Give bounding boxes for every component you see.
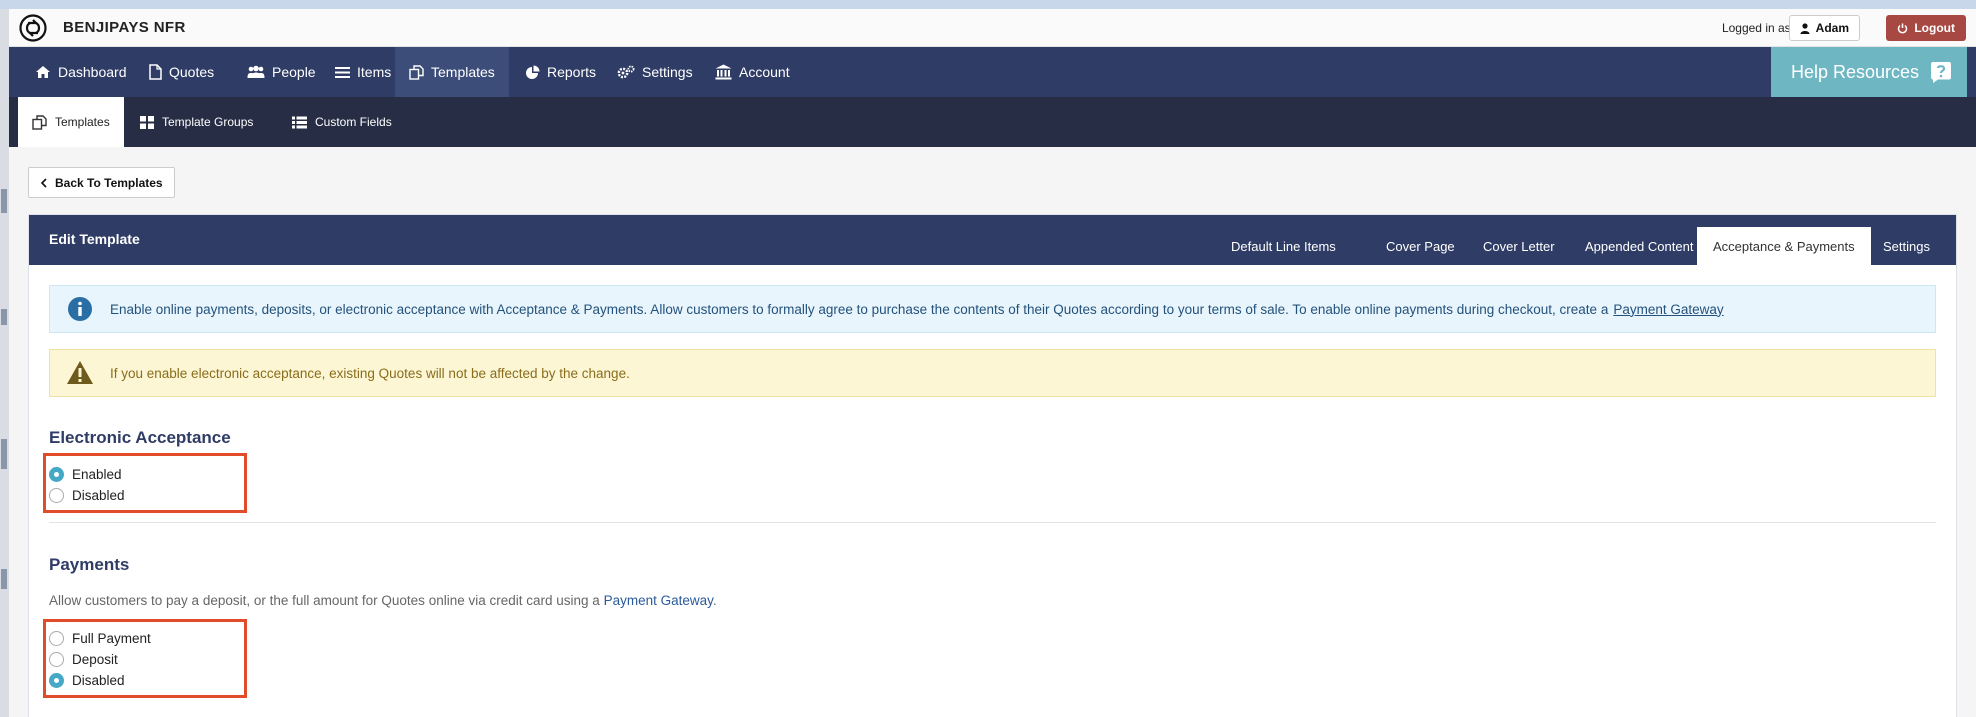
nav-label: Reports bbox=[547, 64, 597, 80]
nav-label: Dashboard bbox=[58, 64, 127, 80]
warning-text: If you enable electronic acceptance, exi… bbox=[110, 365, 630, 381]
tab-appended-content[interactable]: Appended Content bbox=[1569, 227, 1709, 265]
user-button[interactable]: Adam bbox=[1788, 15, 1860, 41]
tab-cover-letter[interactable]: Cover Letter bbox=[1467, 227, 1571, 265]
nav-item-reports[interactable]: Reports bbox=[513, 47, 608, 97]
radio-payment-full[interactable]: Full Payment bbox=[49, 628, 151, 648]
nav-label: Items bbox=[357, 64, 392, 80]
subnav-item-template-groups[interactable]: Template Groups bbox=[126, 97, 267, 147]
radio-payment-disabled[interactable]: Disabled bbox=[49, 670, 125, 690]
payment-gateway-link[interactable]: Payment Gateway bbox=[1613, 302, 1723, 317]
subnav-label: Templates bbox=[55, 115, 110, 129]
payments-title: Payments bbox=[49, 555, 130, 574]
subnav-item-custom-fields[interactable]: Custom Fields bbox=[278, 97, 406, 147]
payments-gateway-link[interactable]: Payment Gateway bbox=[604, 593, 713, 608]
nav-item-account[interactable]: Account bbox=[703, 47, 802, 97]
nav-label: People bbox=[272, 64, 316, 80]
nav-label: Settings bbox=[642, 64, 693, 80]
pie-chart-icon bbox=[526, 65, 540, 79]
copy-icon bbox=[32, 114, 47, 130]
nav-item-quotes[interactable]: Quotes bbox=[137, 47, 226, 97]
radio-button[interactable] bbox=[49, 466, 64, 482]
tab-acceptance-payments[interactable]: Acceptance & Payments bbox=[1697, 227, 1871, 265]
help-icon bbox=[1931, 62, 1952, 83]
subnav-item-templates[interactable]: Templates bbox=[18, 97, 124, 147]
logout-label: Logout bbox=[1914, 21, 1955, 35]
grid-icon bbox=[140, 115, 154, 129]
nav-item-templates[interactable]: Templates bbox=[395, 47, 509, 97]
logo-icon[interactable] bbox=[19, 14, 47, 42]
brand-name: BENJIPAYS NFR bbox=[63, 19, 186, 36]
top-bar: BENJIPAYS NFR Logged in as: Adam Logout bbox=[9, 9, 1976, 47]
logout-button[interactable]: Logout bbox=[1886, 15, 1966, 41]
panel-title: Edit Template bbox=[49, 231, 140, 247]
user-name: Adam bbox=[1815, 21, 1849, 35]
left-window-edge bbox=[0, 9, 9, 717]
payments-description-end: . bbox=[712, 593, 717, 608]
electronic-acceptance-title: Electronic Acceptance bbox=[49, 428, 231, 447]
nav-item-people[interactable]: People bbox=[235, 47, 328, 97]
nav-item-items[interactable]: Items bbox=[323, 47, 403, 97]
tab-default-line-items[interactable]: Default Line Items bbox=[1215, 227, 1352, 265]
gears-icon bbox=[617, 65, 635, 78]
radio-button[interactable] bbox=[49, 487, 64, 503]
nav-label: Quotes bbox=[169, 64, 215, 80]
radio-label: Full Payment bbox=[72, 630, 151, 646]
home-icon bbox=[36, 66, 50, 78]
nav-item-settings[interactable]: Settings bbox=[605, 47, 705, 97]
section-divider bbox=[49, 522, 1936, 523]
document-icon bbox=[149, 64, 162, 80]
radio-button[interactable] bbox=[49, 630, 64, 646]
radio-acceptance-disabled[interactable]: Disabled bbox=[49, 485, 125, 505]
nav-label: Account bbox=[739, 64, 790, 80]
payments-description-text: Allow customers to pay a deposit, or the… bbox=[49, 593, 600, 608]
radio-label: Disabled bbox=[72, 487, 125, 503]
tab-cover-page[interactable]: Cover Page bbox=[1370, 227, 1471, 265]
user-icon bbox=[1800, 22, 1810, 34]
logged-in-label: Logged in as: bbox=[1721, 21, 1794, 35]
radio-acceptance-enabled[interactable]: Enabled bbox=[49, 464, 122, 484]
nav-label: Templates bbox=[431, 64, 495, 80]
warning-alert: If you enable electronic acceptance, exi… bbox=[49, 349, 1936, 397]
subnav-label: Template Groups bbox=[162, 115, 254, 129]
chevron-left-icon bbox=[40, 177, 47, 188]
info-circle-icon bbox=[68, 297, 92, 321]
radio-payment-deposit[interactable]: Deposit bbox=[49, 649, 118, 669]
info-text: Enable online payments, deposits, or ele… bbox=[110, 301, 1609, 317]
radio-label: Enabled bbox=[72, 466, 122, 482]
subnav-label: Custom Fields bbox=[315, 115, 392, 129]
back-label: Back To Templates bbox=[55, 175, 163, 190]
payments-description: Allow customers to pay a deposit, or the… bbox=[49, 593, 717, 608]
radio-label: Disabled bbox=[72, 672, 125, 688]
panel-header: Edit Template Default Line Items Cover P… bbox=[29, 215, 1956, 265]
radio-button[interactable] bbox=[49, 672, 64, 688]
back-to-templates-button[interactable]: Back To Templates bbox=[28, 167, 175, 198]
edit-template-panel: Edit Template Default Line Items Cover P… bbox=[28, 214, 1957, 717]
sub-nav: Templates Template Groups Custom Fields bbox=[9, 97, 1976, 147]
radio-button[interactable] bbox=[49, 651, 64, 667]
list-icon bbox=[335, 66, 350, 78]
tab-settings[interactable]: Settings bbox=[1867, 227, 1946, 265]
help-resources-button[interactable]: Help Resources bbox=[1771, 47, 1967, 97]
warning-triangle-icon bbox=[67, 361, 93, 384]
main-nav: Dashboard Quotes People Items Templates … bbox=[9, 47, 1976, 97]
help-label: Help Resources bbox=[1791, 61, 1920, 82]
bank-icon bbox=[715, 64, 732, 80]
users-icon bbox=[247, 65, 265, 78]
power-icon bbox=[1898, 23, 1908, 33]
nav-item-dashboard[interactable]: Dashboard bbox=[23, 47, 139, 97]
copy-icon bbox=[409, 64, 424, 80]
window-top-strip bbox=[0, 0, 1976, 9]
list-icon bbox=[292, 116, 307, 128]
info-alert: Enable online payments, deposits, or ele… bbox=[49, 285, 1936, 333]
radio-label: Deposit bbox=[72, 651, 118, 667]
